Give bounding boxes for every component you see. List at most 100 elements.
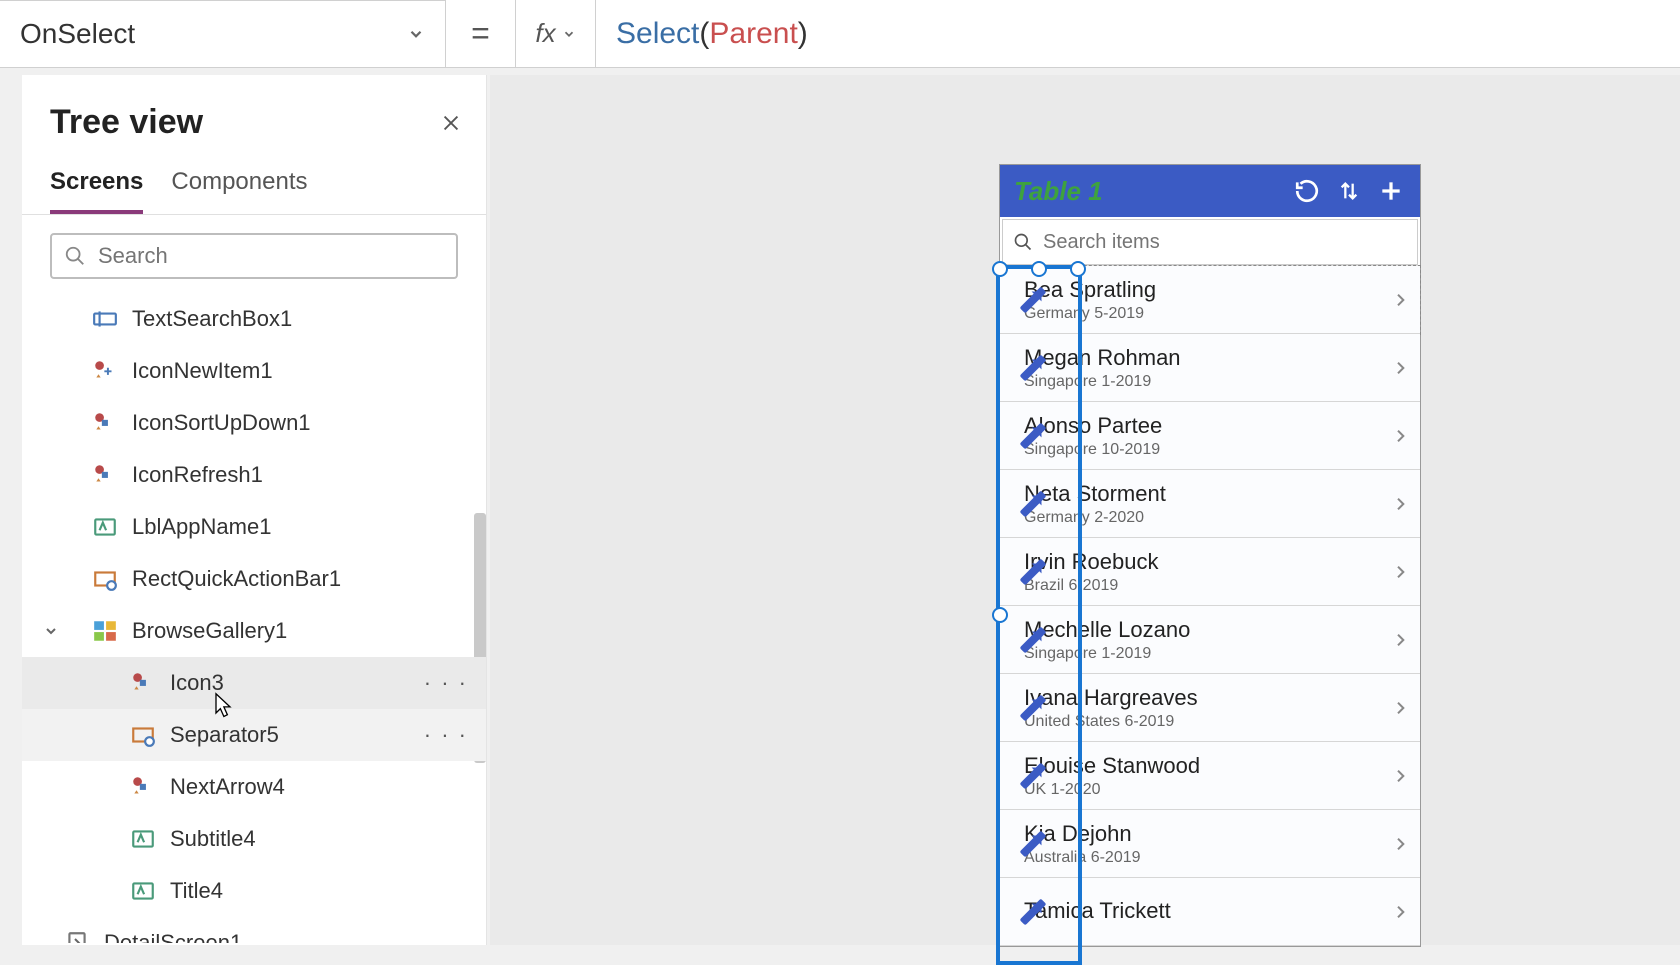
chevron-right-icon xyxy=(1392,901,1408,923)
icon-control-icon xyxy=(92,462,118,488)
gallery-icon xyxy=(92,618,118,644)
icon-control-icon xyxy=(92,410,118,436)
item-name: Neta Storment xyxy=(1024,481,1392,507)
item-name: Elouise Stanwood xyxy=(1024,753,1392,779)
tree-item-browsegallery1[interactable]: BrowseGallery1 xyxy=(22,605,486,657)
gallery-item[interactable]: Neta Storment Germany 2-2020 xyxy=(1000,470,1420,538)
rectangle-icon xyxy=(130,722,156,748)
more-icon[interactable]: · · · xyxy=(424,670,468,696)
item-subtitle: United States 6-2019 xyxy=(1024,713,1392,731)
more-icon[interactable]: · · · xyxy=(424,722,468,748)
label-icon xyxy=(92,514,118,540)
tree-item-label: DetailScreen1 xyxy=(104,930,242,943)
app-title: Table 1 xyxy=(1014,176,1280,207)
tree-item-icon3[interactable]: Icon3 · · · xyxy=(22,657,486,709)
formula-arg: Parent xyxy=(709,17,797,51)
tree-item-separator5[interactable]: Separator5 · · · xyxy=(22,709,486,761)
equals-label: = xyxy=(446,0,516,67)
tree-item-label: Icon3 xyxy=(170,670,224,696)
gallery-item[interactable]: Mechelle Lozano Singapore 1-2019 xyxy=(1000,606,1420,674)
property-dropdown[interactable]: OnSelect xyxy=(0,0,446,67)
text-input-icon xyxy=(92,306,118,332)
icon-control-icon xyxy=(92,358,118,384)
tree-view-panel: Tree view Screens Components TextSearchB… xyxy=(22,75,487,945)
chevron-right-icon xyxy=(1392,697,1408,719)
tree-title: Tree view xyxy=(50,103,203,142)
fx-button[interactable]: fx xyxy=(516,0,596,67)
item-name: Tamica Trickett xyxy=(1024,898,1392,924)
gallery-item[interactable]: Bea Spratling Germany 5-2019 xyxy=(1000,266,1420,334)
search-items-input[interactable] xyxy=(1043,231,1407,254)
tree-item-iconnewitem1[interactable]: IconNewItem1 xyxy=(22,345,486,397)
tree-item-iconrefresh1[interactable]: IconRefresh1 xyxy=(22,449,486,501)
chevron-down-icon[interactable] xyxy=(42,622,60,640)
tree-tabs: Screens Components xyxy=(22,160,486,215)
chevron-right-icon xyxy=(1392,289,1408,311)
search-items-box[interactable] xyxy=(1002,219,1418,265)
gallery-item[interactable]: Elouise Stanwood UK 1-2020 xyxy=(1000,742,1420,810)
tree-item-textsearchbox1[interactable]: TextSearchBox1 xyxy=(22,293,486,345)
tree-item-rectquickactionbar1[interactable]: RectQuickActionBar1 xyxy=(22,553,486,605)
chevron-right-icon xyxy=(1392,629,1408,651)
tree-item-title4[interactable]: Title4 xyxy=(22,865,486,917)
browse-gallery[interactable]: Bea Spratling Germany 5-2019 Megan Rohma… xyxy=(1000,265,1420,946)
tree-item-label: NextArrow4 xyxy=(170,774,285,800)
search-icon xyxy=(1013,232,1033,252)
tab-screens[interactable]: Screens xyxy=(50,160,143,214)
item-name: Kia Dejohn xyxy=(1024,821,1392,847)
chevron-right-icon xyxy=(1392,765,1408,787)
refresh-icon[interactable] xyxy=(1292,176,1322,206)
gallery-item[interactable]: Irvin Roebuck Brazil 6-2019 xyxy=(1000,538,1420,606)
label-icon xyxy=(130,878,156,904)
tree-item-label: IconRefresh1 xyxy=(132,462,263,488)
label-icon xyxy=(130,826,156,852)
gallery-item[interactable]: Megan Rohman Singapore 1-2019 xyxy=(1000,334,1420,402)
chevron-right-icon xyxy=(1392,493,1408,515)
item-name: Megan Rohman xyxy=(1024,345,1392,371)
tree-item-label: RectQuickActionBar1 xyxy=(132,566,341,592)
chevron-right-icon[interactable] xyxy=(68,934,86,943)
item-subtitle: Germany 2-2020 xyxy=(1024,509,1392,527)
item-subtitle: Brazil 6-2019 xyxy=(1024,577,1392,595)
sort-icon[interactable] xyxy=(1334,176,1364,206)
chevron-right-icon xyxy=(1392,561,1408,583)
tree-item-label: BrowseGallery1 xyxy=(132,618,287,644)
tree-search[interactable] xyxy=(50,233,458,279)
close-icon[interactable] xyxy=(440,112,462,134)
tree-item-lblappname1[interactable]: LblAppName1 xyxy=(22,501,486,553)
chevron-down-icon xyxy=(407,25,425,43)
item-subtitle: Germany 5-2019 xyxy=(1024,305,1392,323)
item-subtitle: Singapore 1-2019 xyxy=(1024,373,1392,391)
add-icon[interactable] xyxy=(1376,176,1406,206)
formula-bar: OnSelect = fx Select(Parent) xyxy=(0,0,1680,68)
item-subtitle: UK 1-2020 xyxy=(1024,781,1392,799)
fx-label: fx xyxy=(535,18,555,49)
item-name: Irvin Roebuck xyxy=(1024,549,1392,575)
tree-item-subtitle4[interactable]: Subtitle4 xyxy=(22,813,486,865)
rectangle-icon xyxy=(92,566,118,592)
gallery-item[interactable]: Tamica Trickett xyxy=(1000,878,1420,946)
tree-item-label: IconNewItem1 xyxy=(132,358,273,384)
formula-input[interactable]: Select(Parent) xyxy=(596,0,1680,67)
tree-item-label: Separator5 xyxy=(170,722,279,748)
gallery-item[interactable]: Kia Dejohn Australia 6-2019 xyxy=(1000,810,1420,878)
tree-item-iconsortupdown1[interactable]: IconSortUpDown1 xyxy=(22,397,486,449)
chevron-down-icon xyxy=(562,27,576,41)
canvas-area[interactable]: Table 1 Bea Spratling Germany 5-2019 Meg… xyxy=(490,75,1680,945)
tree-item-detailscreen1[interactable]: DetailScreen1 xyxy=(22,917,486,943)
item-name: Mechelle Lozano xyxy=(1024,617,1392,643)
tree-item-label: IconSortUpDown1 xyxy=(132,410,311,436)
tab-components[interactable]: Components xyxy=(171,160,307,214)
item-subtitle: Singapore 10-2019 xyxy=(1024,441,1392,459)
tree-item-nextarrow4[interactable]: NextArrow4 xyxy=(22,761,486,813)
icon-control-icon xyxy=(130,670,156,696)
tree-search-input[interactable] xyxy=(98,243,444,269)
tree-item-label: Title4 xyxy=(170,878,223,904)
icon-control-icon xyxy=(130,774,156,800)
gallery-item[interactable]: Alonso Partee Singapore 10-2019 xyxy=(1000,402,1420,470)
item-subtitle: Singapore 1-2019 xyxy=(1024,645,1392,663)
chevron-right-icon xyxy=(1392,357,1408,379)
gallery-item[interactable]: Ivana Hargreaves United States 6-2019 xyxy=(1000,674,1420,742)
item-name: Ivana Hargreaves xyxy=(1024,685,1392,711)
item-subtitle: Australia 6-2019 xyxy=(1024,849,1392,867)
